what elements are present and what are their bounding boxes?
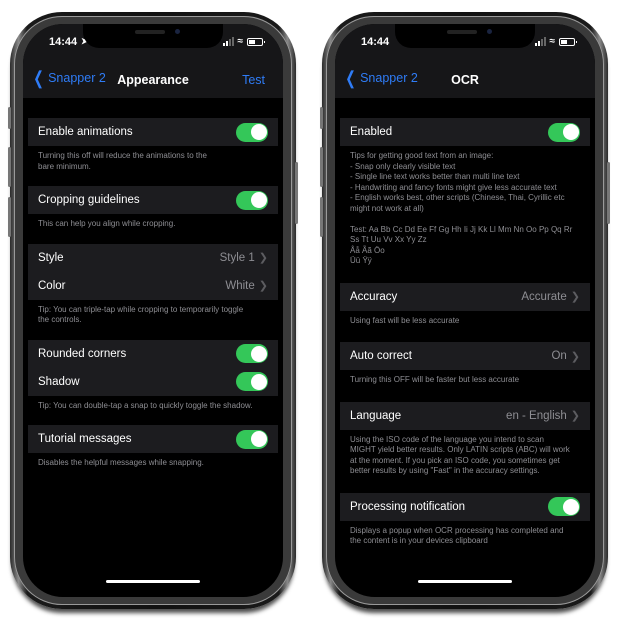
back-button[interactable]: ❮ Snapper 2 <box>343 68 418 88</box>
settings-group: Processing notification <box>340 492 590 521</box>
row-value: On <box>551 350 567 362</box>
notch <box>83 24 223 48</box>
row-label: Processing notification <box>350 500 466 513</box>
settings-group: Accuracy Accurate ❯ <box>340 282 590 311</box>
chevron-right-icon: ❯ <box>258 252 268 264</box>
row-label: Rounded corners <box>38 347 127 360</box>
chevron-right-icon: ❯ <box>570 350 580 363</box>
settings-group: Enabled <box>340 118 590 146</box>
wifi-icon: ≈ <box>237 36 244 47</box>
chevron-right-icon: ❯ <box>570 291 580 303</box>
mute-switch <box>320 107 323 129</box>
signal-icon <box>534 37 546 46</box>
row-value: Style 1 <box>219 251 255 264</box>
status-time: 14:44 <box>49 36 78 48</box>
row-style[interactable]: Style Style 1 ❯ <box>28 244 278 272</box>
section-footer: Tips for getting good text from an image… <box>350 151 573 265</box>
back-button[interactable]: ❮ Snapper 2 <box>31 68 106 88</box>
chevron-left-icon: ❮ <box>33 68 44 88</box>
section-footer: Tip: You can double-tap a snap to quickl… <box>38 400 253 410</box>
row-value: en - English <box>506 409 567 422</box>
rounded-corners-toggle[interactable] <box>236 344 268 363</box>
section-footer: Using the ISO code of the language you i… <box>350 434 570 476</box>
section-footer: Turning this off will reduce the animati… <box>38 151 207 171</box>
row-enable-animations: Enable animations <box>28 118 278 146</box>
row-shadow: Shadow <box>28 368 278 396</box>
phone-appearance: 14:44 ➤ ≈ ❮ Snapper 2 Appearance Test En… <box>8 12 298 609</box>
volume-up-button <box>320 147 323 187</box>
row-processing-notification: Processing notification <box>340 493 590 521</box>
row-label: Color <box>38 279 66 292</box>
row-label: Style <box>38 251 64 264</box>
tutorial-messages-toggle[interactable] <box>236 429 268 449</box>
phone-ocr: 14:44 ≈ ❮ Snapper 2 OCR Enabled Tips for … <box>320 12 610 609</box>
section-footer: Tip: You can triple-tap while cropping t… <box>38 304 244 325</box>
chevron-left-icon: ❮ <box>345 68 356 88</box>
wifi-icon: ≈ <box>549 36 556 47</box>
settings-group: Rounded corners Shadow <box>28 339 278 396</box>
test-button[interactable]: Test <box>242 73 265 87</box>
row-tutorial-messages: Tutorial messages <box>28 425 278 453</box>
section-footer: Turning this OFF will be faster but less… <box>350 375 520 384</box>
row-label: Enabled <box>350 126 393 138</box>
row-language[interactable]: Language en - English ❯ <box>340 402 590 430</box>
row-label: Language <box>350 409 402 422</box>
battery-icon <box>247 37 265 46</box>
row-value: Accurate <box>521 290 567 303</box>
section-footer: This can help you align while cropping. <box>38 219 176 228</box>
back-label: Snapper 2 <box>48 71 106 85</box>
notch <box>395 24 535 48</box>
signal-icon <box>222 37 234 46</box>
row-label: Tutorial messages <box>38 433 132 445</box>
settings-group: Language en - English ❯ <box>340 401 590 430</box>
settings-group: Cropping guidelines <box>28 186 278 214</box>
row-auto-correct[interactable]: Auto correct On ❯ <box>340 342 590 370</box>
section-footer: Using fast will be less accurate <box>350 315 460 325</box>
row-label: Accuracy <box>350 290 398 303</box>
volume-down-button <box>8 197 11 237</box>
enable-animations-toggle[interactable] <box>236 122 268 142</box>
enabled-toggle[interactable] <box>548 122 580 142</box>
mute-switch <box>8 107 11 129</box>
settings-group: Auto correct On ❯ <box>340 342 590 370</box>
row-label: Enable animations <box>38 126 133 138</box>
row-rounded-corners: Rounded corners <box>28 340 278 368</box>
volume-up-button <box>8 147 11 187</box>
screen: 14:44 ≈ ❮ Snapper 2 OCR Enabled Tips for … <box>335 24 595 597</box>
row-label: Cropping guidelines <box>38 194 140 206</box>
row-label: Auto correct <box>350 350 412 362</box>
settings-group: Tutorial messages <box>28 425 278 453</box>
row-enabled: Enabled <box>340 118 590 146</box>
battery-icon <box>559 37 577 46</box>
row-cropping-guidelines: Cropping guidelines <box>28 186 278 214</box>
volume-down-button <box>320 197 323 237</box>
chevron-right-icon: ❯ <box>258 280 268 292</box>
back-label: Snapper 2 <box>360 71 418 85</box>
status-time: 14:44 <box>361 36 390 48</box>
home-indicator[interactable] <box>106 580 200 583</box>
settings-group: Enable animations <box>28 118 278 146</box>
row-value: White <box>225 279 255 292</box>
settings-list: Enable animations Turning this off will r… <box>23 118 283 483</box>
section-footer: Displays a popup when OCR processing has… <box>350 525 564 546</box>
chevron-right-icon: ❯ <box>570 410 580 422</box>
side-button <box>295 162 298 224</box>
settings-group: Style Style 1 ❯ Color White ❯ <box>28 243 278 300</box>
shadow-toggle[interactable] <box>236 372 268 391</box>
cropping-guidelines-toggle[interactable] <box>236 190 268 210</box>
section-footer: Disables the helpful messages while snap… <box>38 458 204 467</box>
processing-notification-toggle[interactable] <box>548 497 580 516</box>
home-indicator[interactable] <box>418 580 512 583</box>
row-color[interactable]: Color White ❯ <box>28 272 278 300</box>
side-button <box>607 162 610 224</box>
row-accuracy[interactable]: Accuracy Accurate ❯ <box>340 283 590 311</box>
settings-list: Enabled Tips for getting good text from a… <box>335 118 595 563</box>
screen: 14:44 ➤ ≈ ❮ Snapper 2 Appearance Test En… <box>23 24 283 597</box>
row-label: Shadow <box>38 375 80 388</box>
